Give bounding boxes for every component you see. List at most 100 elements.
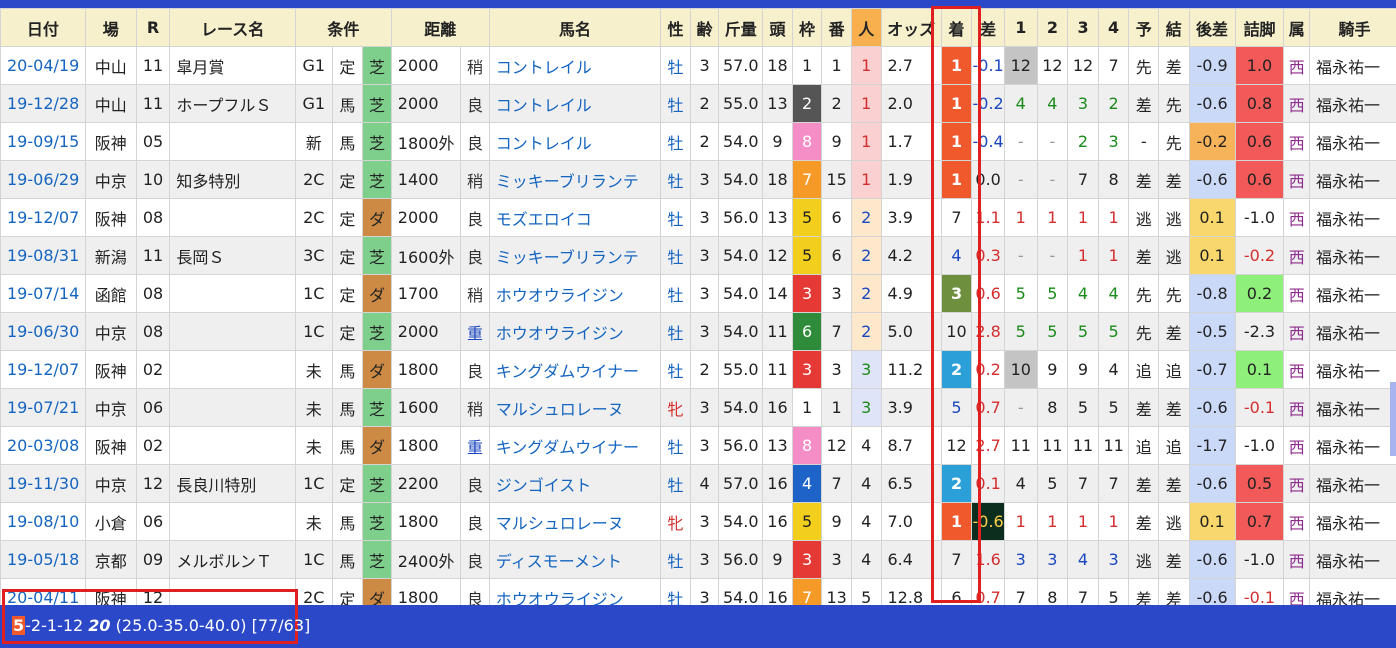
header-odds[interactable]: オッズ — [880, 8, 942, 47]
popularity-cell: 1 — [850, 160, 882, 199]
header-field-size[interactable]: 頭 — [762, 8, 793, 47]
table-row[interactable]: 19-07/21 中京 06 未馬芝 1600 稍マルシュロレーヌ牝 3 54.0 16 1 1 3 3… — [0, 388, 1396, 427]
table-row[interactable]: 19-08/31 新潟 11 長岡Ｓ 3C 定芝 1600外良ミッキーブリランテ牡 3 54.0… — [0, 236, 1396, 275]
horse-name-link[interactable]: ホウオウライジン — [488, 578, 662, 605]
table-row[interactable]: 19-11/30 中京 12 長良川特別 1C 定芝 2200 良ジンゴイスト牡 4 57.0 16… — [0, 464, 1396, 503]
horse-name-link[interactable]: コントレイル — [488, 84, 662, 123]
jockey-cell: 福永祐一 — [1308, 160, 1396, 199]
header-corner-4[interactable]: 4 — [1097, 8, 1130, 47]
race-date-link[interactable]: 19-05/18 — [0, 540, 86, 579]
track-condition-cell: 良 — [460, 578, 490, 605]
header-corner-3[interactable]: 3 — [1067, 8, 1099, 47]
header-margin[interactable]: 差 — [971, 8, 1005, 47]
race-date-link[interactable]: 19-12/07 — [0, 350, 86, 389]
jockey-cell: 福永祐一 — [1308, 502, 1396, 541]
table-row[interactable]: 19-12/28 中山 11 ホープフルＳ G1 馬芝 2000 良コントレイル牡 2 55.0 1… — [0, 84, 1396, 123]
surface-cell: 芝 — [362, 84, 392, 123]
race-date-link[interactable]: 20-03/08 — [0, 426, 86, 465]
field-size-cell: 16 — [762, 502, 793, 541]
corner-1-cell: - — [1003, 122, 1038, 161]
table-row[interactable]: 19-08/10 小倉 06 未馬芝 1800 良マルシュロレーヌ牝 3 54.0 16 5 9 4 7… — [0, 502, 1396, 541]
header-closing-speed[interactable]: 詰脚 — [1234, 8, 1285, 47]
corner-4-cell: 3 — [1097, 122, 1130, 161]
horse-name-link[interactable]: キングダムウイナー — [488, 350, 662, 389]
race-date-link[interactable]: 19-07/21 — [0, 388, 86, 427]
race-date-link[interactable]: 20-04/19 — [0, 46, 86, 85]
corner-2-cell: - — [1036, 122, 1069, 161]
horse-name-link[interactable]: コントレイル — [488, 122, 662, 161]
horse-name-link[interactable]: ホウオウライジン — [488, 312, 662, 351]
race-date-link[interactable]: 19-06/30 — [0, 312, 86, 351]
header-horse-name[interactable]: 馬名 — [488, 8, 662, 47]
header-corner-1[interactable]: 1 — [1003, 8, 1038, 47]
horse-name-link[interactable]: ホウオウライジン — [488, 274, 662, 313]
table-row[interactable]: 19-07/14 函館 08 1C 定ダ 1700 稍ホウオウライジン牡 3 54.0 14 3 3 2… — [0, 274, 1396, 313]
race-date-link[interactable]: 19-07/14 — [0, 274, 86, 313]
header-popularity[interactable]: 人 — [850, 8, 882, 47]
age-cell: 3 — [689, 578, 720, 605]
course-cell: 中山 — [84, 84, 137, 123]
header-carried-weight[interactable]: 斤量 — [718, 8, 764, 47]
late-diff-cell: 0.1 — [1188, 236, 1236, 275]
finish-position-cell: 1 — [940, 84, 973, 123]
corner-1-cell: 10 — [1003, 350, 1038, 389]
header-race-num[interactable]: R — [135, 8, 171, 47]
field-size-cell: 16 — [762, 464, 793, 503]
table-row[interactable]: 19-12/07 阪神 08 2C 定ダ 2000 良モズエロイコ牡 3 56.0 13 5 6 2 3.… — [0, 198, 1396, 237]
race-date-link[interactable]: 19-12/28 — [0, 84, 86, 123]
header-result-style[interactable]: 結 — [1158, 8, 1190, 47]
horse-name-link[interactable]: キングダムウイナー — [488, 426, 662, 465]
race-date-link[interactable]: 19-06/29 — [0, 160, 86, 199]
header-late-diff[interactable]: 後差 — [1188, 8, 1236, 47]
header-class[interactable]: 条件 — [294, 8, 392, 47]
horse-name-link[interactable]: ミッキーブリランテ — [488, 236, 662, 275]
scrollbar-thumb[interactable] — [1390, 382, 1396, 456]
track-condition-cell: 重 — [460, 426, 490, 465]
corner-1-cell: 3 — [1003, 540, 1038, 579]
table-row[interactable]: 20-03/08 阪神 02 未馬ダ 1800 重キングダムウイナー牡 3 56.0 13 8 12… — [0, 426, 1396, 465]
header-horse-number[interactable]: 番 — [821, 8, 852, 47]
frame-cell: 8 — [791, 426, 823, 465]
header-date[interactable]: 日付 — [0, 8, 86, 47]
table-row[interactable]: 19-06/30 中京 08 1C 定芝 2000 重ホウオウライジン牡 3 54.0 11 6 7 2… — [0, 312, 1396, 351]
header-prediction[interactable]: 予 — [1128, 8, 1159, 47]
header-distance[interactable]: 距離 — [390, 8, 490, 47]
header-course[interactable]: 場 — [84, 8, 137, 47]
header-corner-2[interactable]: 2 — [1036, 8, 1069, 47]
table-row[interactable]: 19-12/07 阪神 02 未馬ダ 1800 良キングダムウイナー牡 2 55.0 11 3 3 3… — [0, 350, 1396, 389]
header-age[interactable]: 齢 — [689, 8, 720, 47]
frame-badge: 7 — [793, 579, 821, 605]
surface-cell: 芝 — [362, 540, 392, 579]
horse-number-cell: 3 — [821, 540, 852, 579]
header-race-name[interactable]: レース名 — [169, 8, 296, 47]
race-date-link[interactable]: 19-09/15 — [0, 122, 86, 161]
header-sex[interactable]: 性 — [660, 8, 691, 47]
frame-cell: 3 — [791, 274, 823, 313]
horse-name-link[interactable]: ディスモーメント — [488, 540, 662, 579]
closing-speed-cell: -0.1 — [1234, 388, 1285, 427]
header-jockey[interactable]: 騎手 — [1308, 8, 1396, 47]
table-row[interactable]: 19-06/29 中京 10 知多特別 2C 定芝 1400 稍ミッキーブリランテ牡 3 54.0… — [0, 160, 1396, 199]
header-finish[interactable]: 着 — [940, 8, 973, 47]
popularity-cell: 1 — [850, 84, 882, 123]
horse-name-link[interactable]: マルシュロレーヌ — [488, 502, 662, 541]
horse-name-link[interactable]: コントレイル — [488, 46, 662, 85]
finish-position-cell: 1 — [940, 122, 973, 161]
header-frame[interactable]: 枠 — [791, 8, 823, 47]
horse-name-link[interactable]: ジンゴイスト — [488, 464, 662, 503]
race-date-link[interactable]: 19-08/10 — [0, 502, 86, 541]
table-row[interactable]: 20-04/19 中山 11 皐月賞 G1 定芝 2000 稍コントレイル牡 3 57.0 18 1 1… — [0, 46, 1396, 85]
late-diff-cell: 0.1 — [1188, 198, 1236, 237]
corner-3-cell: 3 — [1067, 84, 1099, 123]
race-date-link[interactable]: 19-12/07 — [0, 198, 86, 237]
track-condition-cell: 良 — [460, 540, 490, 579]
horse-name-link[interactable]: ミッキーブリランテ — [488, 160, 662, 199]
horse-name-link[interactable]: モズエロイコ — [488, 198, 662, 237]
header-stable[interactable]: 属 — [1283, 8, 1310, 47]
race-date-link[interactable]: 19-11/30 — [0, 464, 86, 503]
table-row[interactable]: 19-09/15 阪神 05 新馬芝 1800外良コントレイル牡 2 54.0 9 8 9 1 1.7… — [0, 122, 1396, 161]
horse-name-link[interactable]: マルシュロレーヌ — [488, 388, 662, 427]
late-diff-cell: -0.6 — [1188, 578, 1236, 605]
table-row[interactable]: 19-05/18 京都 09 メルボルンＴ 1C 馬芝 2400外良ディスモーメント牡 3 56… — [0, 540, 1396, 579]
race-date-link[interactable]: 19-08/31 — [0, 236, 86, 275]
